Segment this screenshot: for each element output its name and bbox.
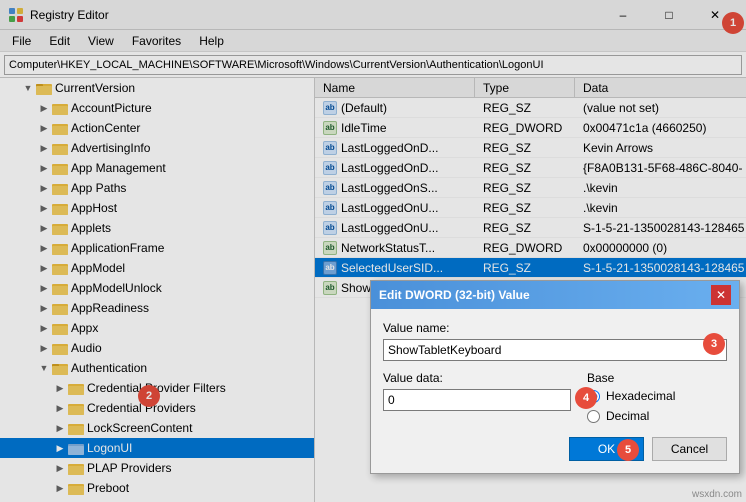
hexadecimal-option[interactable]: Hexadecimal xyxy=(587,389,727,403)
cancel-button[interactable]: Cancel xyxy=(652,437,727,461)
dialog-base-col: Base Hexadecimal Decimal xyxy=(587,371,727,423)
dialog-title-bar: Edit DWORD (32-bit) Value ✕ xyxy=(371,281,739,309)
badge-5: 5 xyxy=(617,439,639,461)
dialog-title-text: Edit DWORD (32-bit) Value xyxy=(379,288,530,302)
decimal-option[interactable]: Decimal xyxy=(587,409,727,423)
value-name-label: Value name: xyxy=(383,321,727,335)
value-name-input[interactable] xyxy=(383,339,727,361)
value-data-label: Value data: xyxy=(383,371,571,385)
dialog-data-row: Value data: 4 Base Hexadecimal xyxy=(383,371,727,423)
decimal-label: Decimal xyxy=(606,409,649,423)
dialog-overlay: Edit DWORD (32-bit) Value ✕ Value name: … xyxy=(0,0,746,502)
badge-4: 4 xyxy=(575,387,597,409)
edit-dword-dialog: Edit DWORD (32-bit) Value ✕ Value name: … xyxy=(370,280,740,474)
watermark: wsxdn.com xyxy=(692,489,742,500)
base-radio-group: Hexadecimal Decimal xyxy=(587,389,727,423)
dialog-body: Value name: 3 Value data: 4 Base xyxy=(371,309,739,473)
dialog-close-button[interactable]: ✕ xyxy=(711,285,731,305)
base-label: Base xyxy=(587,371,727,385)
badge-3: 3 xyxy=(703,333,725,355)
decimal-radio[interactable] xyxy=(587,410,600,423)
value-data-input[interactable] xyxy=(383,389,571,411)
dialog-data-col: Value data: 4 xyxy=(383,371,571,423)
hexadecimal-label: Hexadecimal xyxy=(606,389,675,403)
dialog-buttons: 5 OK Cancel xyxy=(383,437,727,461)
